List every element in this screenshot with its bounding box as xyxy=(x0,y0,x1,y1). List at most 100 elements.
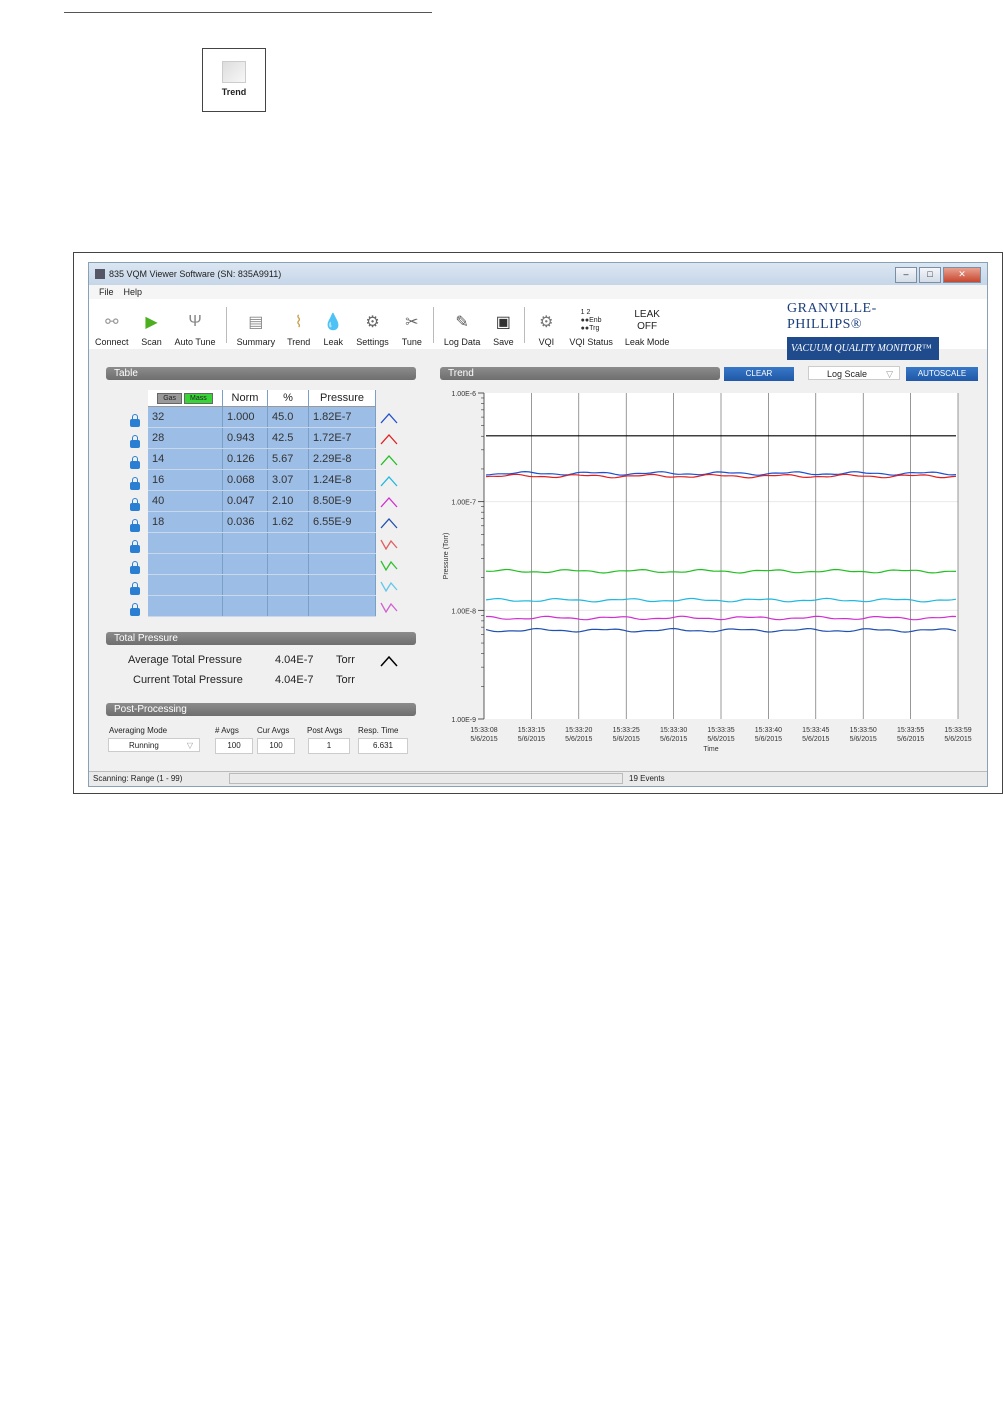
table-row[interactable]: 18 0.036 1.62 6.55E-9 xyxy=(148,511,376,533)
y-tick-label: 1.00E-6 xyxy=(451,391,476,398)
tools-icon: ✂ xyxy=(405,314,419,331)
series-legend-icon[interactable] xyxy=(380,454,398,466)
table-cell-pressure: 1.24E-8 xyxy=(308,469,376,491)
table-row[interactable]: 32 1.000 45.0 1.82E-7 xyxy=(148,406,376,428)
table-cell-pressure xyxy=(308,553,376,575)
table-cell-mass: 40 xyxy=(148,490,223,512)
gas-mass-toggle[interactable]: Gas Mass xyxy=(148,390,223,407)
table-cell-pct: 2.10 xyxy=(267,490,309,512)
summary-chart-icon: ▤ xyxy=(248,314,264,331)
leak-button[interactable]: 💧 Leak xyxy=(316,311,350,349)
lock-icon[interactable] xyxy=(130,498,140,511)
table-cell-pct: 5.67 xyxy=(267,448,309,470)
table-cell-pct xyxy=(267,553,309,575)
lock-icon[interactable] xyxy=(130,603,140,616)
settings-button[interactable]: ⚙ Settings xyxy=(350,311,395,349)
series-legend-icon[interactable] xyxy=(380,517,398,529)
lock-icon[interactable] xyxy=(130,582,140,595)
gear-icon: ⚙ xyxy=(365,314,380,331)
minimize-icon[interactable]: – xyxy=(895,267,917,283)
series-legend-icon[interactable] xyxy=(380,559,398,571)
table-cell-pct xyxy=(267,595,309,617)
post-avgs-label: Post Avgs xyxy=(307,726,343,735)
series-legend-icon[interactable] xyxy=(380,475,398,487)
chevron-down-icon: ▽ xyxy=(186,741,193,750)
lock-icon[interactable] xyxy=(130,477,140,490)
toolbar-separator xyxy=(225,307,227,343)
menu-file[interactable]: File xyxy=(99,287,114,297)
menu-help[interactable]: Help xyxy=(124,287,143,297)
leak-mode-button[interactable]: LEAK OFF Leak Mode xyxy=(619,309,676,349)
close-icon[interactable]: ✕ xyxy=(943,267,981,283)
table-cell-norm: 0.047 xyxy=(222,490,268,512)
table-row[interactable]: 28 0.943 42.5 1.72E-7 xyxy=(148,427,376,449)
column-header-pressure: Pressure xyxy=(308,390,376,407)
vqi-status-button[interactable]: 1 2 ●●Enb ●●Trg VQI Status xyxy=(563,309,619,349)
x-tick-label: 15:33:55 xyxy=(897,727,924,734)
scale-select[interactable]: Log Scale ▽ xyxy=(808,366,900,380)
x-tick-label: 15:33:25 xyxy=(613,727,640,734)
x-tick-label: 15:33:50 xyxy=(850,727,877,734)
autoscale-button[interactable]: AUTOSCALE xyxy=(906,367,978,381)
series-legend-icon[interactable] xyxy=(380,580,398,592)
table-row[interactable] xyxy=(148,532,376,554)
save-button[interactable]: ▣ Save xyxy=(486,311,520,349)
cur-total-pressure-label: Current Total Pressure xyxy=(133,674,243,686)
x-tick-date: 5/6/2015 xyxy=(850,736,877,743)
averaging-mode-select[interactable]: Running ▽ xyxy=(108,738,200,752)
mass-toggle[interactable]: Mass xyxy=(184,392,213,404)
gas-toggle[interactable]: Gas xyxy=(157,392,183,404)
avgs-stepper[interactable]: 100 xyxy=(215,738,253,754)
events-count: 19 Events xyxy=(629,774,665,783)
table-cell-pct: 3.07 xyxy=(267,469,309,491)
y-tick-label: 1.00E-9 xyxy=(451,717,476,724)
table-cell-pct xyxy=(267,532,309,554)
trend-button[interactable]: ⌇ Trend xyxy=(281,311,316,349)
log-icon: ✎ xyxy=(455,314,469,331)
table-cell-mass: 32 xyxy=(148,406,223,428)
series-legend-icon[interactable] xyxy=(380,412,398,424)
table-row[interactable]: 16 0.068 3.07 1.24E-8 xyxy=(148,469,376,491)
maximize-icon[interactable]: □ xyxy=(919,267,941,283)
post-avgs-stepper[interactable]: 1 xyxy=(308,738,350,754)
x-tick-date: 5/6/2015 xyxy=(755,736,782,743)
x-tick-label: 15:33:15 xyxy=(518,727,545,734)
lock-icon[interactable] xyxy=(130,561,140,574)
series-legend-icon[interactable] xyxy=(380,538,398,550)
total-pressure-header: Total Pressure xyxy=(106,632,416,645)
cur-total-pressure-value: 4.04E-7 xyxy=(275,674,314,686)
table-row[interactable] xyxy=(148,595,376,617)
scan-button[interactable]: ▶ Scan xyxy=(135,311,169,349)
table-row[interactable]: 14 0.126 5.67 2.29E-8 xyxy=(148,448,376,470)
lock-icon[interactable] xyxy=(130,414,140,427)
averaging-mode-label: Averaging Mode xyxy=(109,726,168,735)
play-icon: ▶ xyxy=(145,314,158,331)
lock-icon[interactable] xyxy=(130,540,140,553)
lock-icon[interactable] xyxy=(130,456,140,469)
menu-bar: File Help xyxy=(89,285,987,299)
trend-button-callout[interactable]: Trend xyxy=(202,48,266,112)
table-row[interactable]: 40 0.047 2.10 8.50E-9 xyxy=(148,490,376,512)
series-legend-icon[interactable] xyxy=(380,433,398,445)
auto-tune-button[interactable]: Ψ Auto Tune xyxy=(169,311,222,349)
summary-button[interactable]: ▤ Summary xyxy=(231,311,282,349)
table-cell-pressure: 8.50E-9 xyxy=(308,490,376,512)
log-data-button[interactable]: ✎ Log Data xyxy=(438,311,487,349)
connect-button[interactable]: ⚯ Connect xyxy=(89,311,135,349)
table-cell-mass xyxy=(148,532,223,554)
vqi-button[interactable]: ⚙ VQI xyxy=(529,311,563,349)
table-row[interactable] xyxy=(148,553,376,575)
table-cell-pct: 45.0 xyxy=(267,406,309,428)
table-row[interactable] xyxy=(148,574,376,596)
clear-button[interactable]: CLEAR xyxy=(724,367,794,381)
x-tick-label: 15:33:59 xyxy=(944,727,971,734)
x-tick-label: 15:33:30 xyxy=(660,727,687,734)
resp-time-label: Resp. Time xyxy=(358,726,399,735)
x-tick-label: 15:33:08 xyxy=(470,727,497,734)
tune-button[interactable]: ✂ Tune xyxy=(395,311,429,349)
table-cell-norm xyxy=(222,532,268,554)
lock-icon[interactable] xyxy=(130,519,140,532)
lock-icon[interactable] xyxy=(130,435,140,448)
series-legend-icon[interactable] xyxy=(380,496,398,508)
series-legend-icon[interactable] xyxy=(380,601,398,613)
